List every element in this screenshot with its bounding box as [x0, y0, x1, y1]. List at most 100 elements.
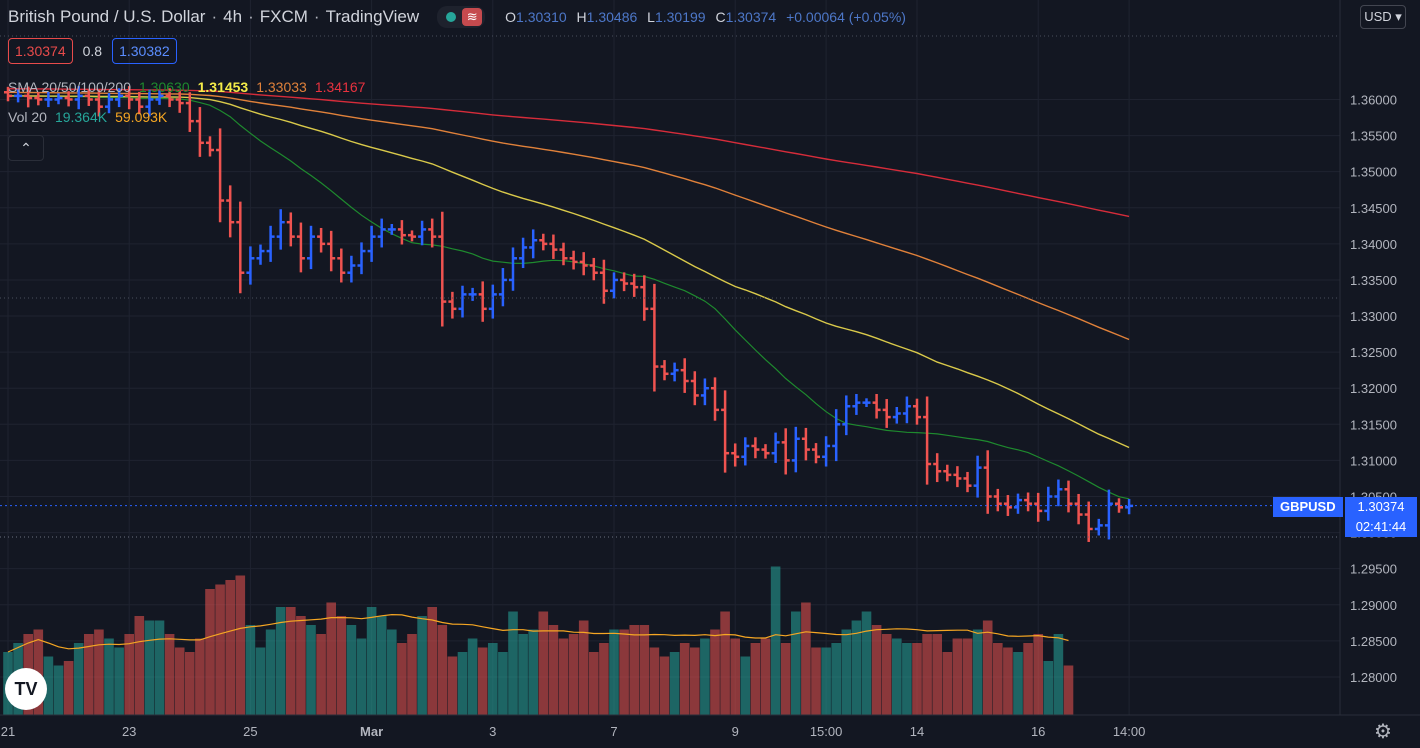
volume-bar: [690, 647, 700, 715]
price-bar: [1104, 489, 1113, 540]
price-bar: [791, 426, 800, 473]
tradingview-logo-icon[interactable]: TV: [5, 668, 47, 710]
volume-bar: [488, 643, 498, 715]
gear-icon[interactable]: ⚙: [1372, 721, 1394, 743]
volume-bar: [104, 638, 114, 715]
sma-lines: [7, 88, 1130, 500]
volume-bar: [417, 616, 427, 715]
time-tick-label: 14:00: [1113, 724, 1146, 739]
volume-bar: [397, 643, 407, 715]
volume-bar: [609, 629, 619, 715]
price-bar: [428, 218, 437, 248]
volume-bar: [255, 647, 266, 715]
volume-bar: [831, 643, 841, 715]
vol-ma-value: 59.093K: [115, 109, 168, 125]
volume-bar: [558, 638, 569, 715]
currency-select[interactable]: USD ▾: [1360, 5, 1406, 29]
time-axis[interactable]: 21 23 25 Mar 3 7 9 15:00 14 16 14:00: [1, 724, 1146, 739]
volume-bar: [892, 638, 902, 715]
volume-bar: [851, 620, 862, 715]
sma100-line: [7, 91, 1130, 341]
volume-bar: [861, 611, 872, 715]
price-bar: [599, 259, 608, 304]
vol-value: 19.364K: [54, 109, 108, 125]
price-bar: [206, 136, 214, 157]
price-bar: [509, 247, 517, 291]
price-bar: [1024, 492, 1033, 512]
volume-bar: [538, 611, 549, 715]
time-tick-label: 23: [122, 724, 136, 739]
volume-bar: [53, 665, 64, 715]
price-bar: [781, 428, 790, 475]
interval-label[interactable]: 4h: [223, 7, 242, 27]
volume-bar: [1063, 665, 1074, 715]
volume-bar: [730, 638, 740, 715]
volume-bar: [185, 652, 195, 715]
time-tick-label: 9: [732, 724, 739, 739]
volume-bar: [144, 620, 155, 715]
volume-bar: [225, 580, 235, 715]
price-bar: [862, 398, 871, 407]
price-bar: [246, 246, 255, 285]
chart-canvas[interactable]: 1.36000 1.35500 1.35000 1.34500 1.34000 1.335…: [0, 0, 1420, 748]
close-value: 1.30374: [725, 9, 777, 25]
volume-bar: [467, 638, 478, 715]
open-key: O: [505, 9, 517, 25]
time-tick-label: 25: [243, 724, 257, 739]
symbol-name[interactable]: British Pound / U.S. Dollar: [8, 7, 205, 27]
price-bar: [700, 378, 709, 406]
volume-bar: [993, 643, 1003, 715]
volume-bar: [457, 652, 468, 715]
volume-bar: [114, 647, 124, 715]
sma-legend[interactable]: SMA 20/50/100/200 1.30630 1.31453 1.3303…: [8, 79, 373, 95]
price-tick-label: 1.35000: [1350, 165, 1397, 180]
bar-countdown: 02:41:44: [1355, 519, 1407, 534]
volume-bar: [336, 616, 347, 715]
volume-bar: [346, 625, 357, 715]
price-bar: [801, 427, 810, 461]
volume-bar: [1003, 647, 1013, 715]
volume-bar: [659, 656, 670, 715]
volume-bar: [154, 620, 165, 715]
high-value: 1.30486: [586, 9, 638, 25]
price-bar: [973, 455, 982, 498]
last-price-value: 1.30374: [1357, 499, 1405, 514]
price-bar: [317, 227, 326, 253]
price-bar: [256, 244, 265, 265]
volume-bar: [205, 589, 215, 715]
price-bar: [195, 107, 204, 157]
volume-bar: [962, 638, 973, 715]
price-bar: [1074, 493, 1083, 525]
price-bar: [438, 211, 447, 327]
volume-bar: [245, 625, 256, 715]
volume-bar: [942, 652, 953, 715]
volume-bar: [508, 611, 518, 715]
price-bar: [357, 242, 366, 275]
volume-bar: [1043, 661, 1054, 715]
volume-legend[interactable]: Vol 20 19.364K 59.093K: [8, 109, 175, 125]
price-bar: [670, 362, 679, 382]
price-bar: [953, 466, 962, 488]
volume-bar: [518, 634, 528, 715]
price-bar: [307, 225, 315, 270]
buy-button[interactable]: 1.30382: [112, 38, 177, 64]
price-bar: [620, 272, 629, 292]
volume-bar: [195, 638, 205, 715]
price-bar: [1044, 486, 1053, 521]
price-bar: [397, 220, 406, 245]
volume-bar: [1023, 643, 1033, 715]
market-status-pill[interactable]: ≋: [437, 6, 486, 28]
volume-bar: [922, 634, 932, 715]
low-value: 1.30199: [654, 9, 706, 25]
price-tick-label: 1.33000: [1350, 309, 1397, 324]
price-axis[interactable]: 1.36000 1.35500 1.35000 1.34500 1.34000 1.335…: [1350, 92, 1397, 684]
ticker-tag: GBPUSD: [1273, 497, 1343, 517]
price-bar: [539, 233, 548, 251]
price-bar: [902, 396, 911, 424]
price-tick-label: 1.32000: [1350, 381, 1397, 396]
chevron-up-icon[interactable]: ⌃: [8, 135, 44, 161]
volume-bar: [235, 575, 246, 715]
price-bar: [771, 432, 780, 463]
sell-button[interactable]: 1.30374: [8, 38, 73, 64]
spread-value: 0.8: [82, 43, 103, 59]
